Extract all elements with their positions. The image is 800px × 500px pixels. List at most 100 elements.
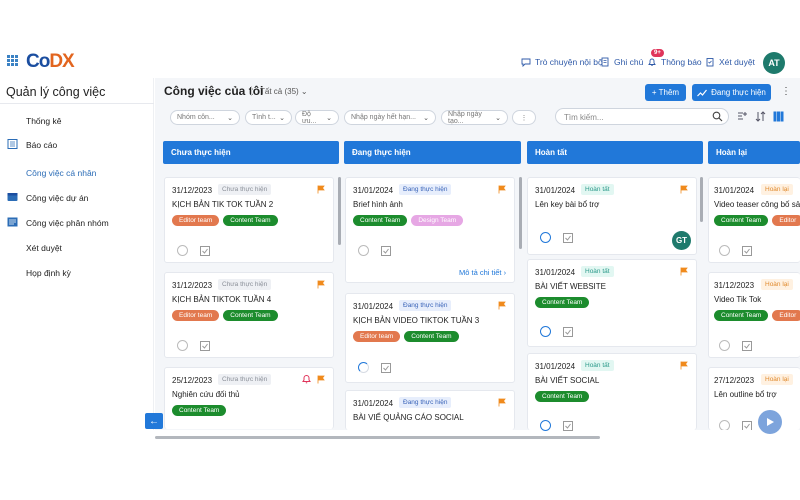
checklist-icon[interactable] (742, 245, 752, 256)
task-card[interactable]: 31/01/2024 Hoàn lại Video teaser công bố… (708, 177, 800, 263)
filter-created-date[interactable]: Nhập ngày tạo... ⌄ (441, 110, 508, 125)
flag-icon[interactable] (680, 185, 688, 194)
progress-icon[interactable] (358, 245, 369, 256)
checklist-icon[interactable] (200, 340, 210, 351)
flag-icon[interactable] (317, 185, 325, 194)
task-date: 31/01/2024 (535, 268, 576, 277)
checklist-icon[interactable] (742, 420, 752, 431)
filter-status[interactable]: Tình t... ⌄ (245, 110, 292, 125)
checklist-icon[interactable] (563, 420, 573, 431)
progress-icon[interactable] (540, 420, 551, 431)
checklist-icon[interactable] (563, 326, 573, 337)
notifications-link[interactable]: Thông báo (647, 57, 702, 67)
column-scrollbar[interactable] (338, 177, 341, 245)
assignee-avatar[interactable]: GT (672, 231, 691, 250)
task-card[interactable]: 31/01/2024 Hoàn tất Lên key bài bổ trợ G… (527, 177, 697, 255)
task-date: 31/01/2024 (714, 186, 755, 195)
task-card[interactable]: 31/01/2024 Đang thực hiện KỊCH BẢN VIDEO… (345, 293, 515, 383)
filter-all-dropdown[interactable]: Tất cả (35) ⌄ (260, 87, 308, 96)
board-view-icon[interactable] (773, 111, 784, 122)
flag-icon[interactable] (317, 375, 325, 384)
sidebar-item-project-tasks[interactable]: Công việc dự án (26, 193, 88, 203)
sidebar-item-meetings[interactable]: Họp định kỳ (26, 268, 71, 278)
more-filters-button[interactable]: ⋮ (512, 110, 536, 125)
task-card[interactable]: 31/12/2023 Hoàn lại Video Tik Tok Conten… (708, 272, 800, 358)
column-scrollbar[interactable] (519, 177, 522, 249)
checklist-icon[interactable] (381, 362, 391, 373)
flag-icon[interactable] (680, 361, 688, 370)
sidebar-item-group-tasks[interactable]: Công việc phân nhóm (26, 218, 109, 228)
task-title: Brief hình ảnh (353, 200, 403, 209)
flag-icon[interactable] (317, 280, 325, 289)
tag-content-team: Content Team (223, 215, 278, 226)
flag-icon[interactable] (498, 185, 506, 194)
checklist-icon[interactable] (742, 340, 752, 351)
task-title: Lên key bài bổ trợ (535, 200, 600, 209)
sidebar-item-statistics[interactable]: Thống kê (26, 116, 61, 126)
alarm-bell-icon[interactable] (302, 374, 311, 384)
task-card[interactable]: 31/12/2023 Chưa thực hiện KỊCH BẢN TIK T… (164, 177, 334, 263)
progress-icon[interactable] (358, 362, 369, 373)
logo[interactable]: CoDX (26, 51, 75, 73)
task-date: 31/01/2024 (535, 362, 576, 371)
progress-icon[interactable] (177, 245, 188, 256)
help-play-button[interactable] (758, 410, 782, 434)
task-card[interactable]: 31/01/2024 Đang thực hiện BÀI VIẾ QUẢNG … (345, 390, 515, 430)
task-card[interactable]: 25/12/2023 Chưa thực hiện Nghiên cứu đối… (164, 367, 334, 429)
collapse-sidebar-button[interactable]: ← (145, 413, 163, 429)
progress-icon[interactable] (719, 340, 730, 351)
progress-icon[interactable] (719, 420, 730, 430)
chevron-down-icon: ⌄ (495, 114, 501, 122)
task-card[interactable]: 31/01/2024 Đang thực hiện Brief hình ảnh… (345, 177, 515, 283)
add-button[interactable]: + Thêm (645, 84, 686, 101)
status-badge: Đang thực hiện (399, 184, 452, 195)
task-date: 31/01/2024 (535, 186, 576, 195)
checklist-icon[interactable] (381, 245, 391, 256)
tag-design-team: Design Team (411, 215, 464, 226)
play-icon (767, 418, 774, 426)
sidebar-title: Quản lý công việc (6, 85, 106, 99)
task-card[interactable]: 31/01/2024 Hoàn tất BÀI VIẾT WEBSITE Con… (527, 259, 697, 347)
task-card[interactable]: 31/01/2024 Hoàn tất BÀI VIẾT SOCIAL Cont… (527, 353, 697, 431)
column-header-in-progress: Đang thực hiện (344, 141, 521, 164)
task-date: 31/12/2023 (172, 186, 213, 195)
progress-icon[interactable] (540, 232, 551, 243)
filter-group[interactable]: Nhóm côn... ⌄ (170, 110, 240, 125)
status-badge: Hoàn tất (581, 184, 614, 195)
flag-icon[interactable] (498, 398, 506, 407)
filter-due-date[interactable]: Nhập ngày hết hạn... ⌄ (344, 110, 436, 125)
sidebar-item-approval[interactable]: Xét duyệt (26, 243, 62, 253)
title-separator (251, 86, 252, 96)
task-title: BÀI VIẾ QUẢNG CÁO SOCIAL (353, 413, 464, 422)
flag-icon[interactable] (498, 301, 506, 310)
filter-priority[interactable]: Độ ưu... ⌄ (295, 110, 339, 125)
detail-link[interactable]: Mô tả chi tiết › (459, 268, 506, 277)
task-card[interactable]: 31/12/2023 Chưa thực hiện KỊCH BẢN TIKTO… (164, 272, 334, 358)
status-badge: Hoàn lại (761, 184, 793, 195)
sort-icon[interactable] (755, 111, 766, 122)
approval-link[interactable]: Xét duyệt (705, 57, 755, 67)
sidebar-item-personal-tasks[interactable]: Công việc cá nhân (26, 168, 96, 178)
tag-editor-team: Editor team (172, 310, 220, 321)
progress-icon[interactable] (719, 245, 730, 256)
status-button[interactable]: Đang thực hiện (692, 84, 771, 101)
progress-icon[interactable] (177, 340, 188, 351)
horizontal-scrollbar[interactable] (155, 436, 600, 439)
sidebar-item-reports[interactable]: Báo cáo (26, 140, 57, 150)
search-input[interactable]: Tìm kiếm... (555, 108, 729, 125)
task-card[interactable]: 27/12/2023 Hoàn lại Lên outline bổ trợ (708, 367, 800, 430)
progress-icon[interactable] (540, 326, 551, 337)
notes-link[interactable]: Ghi chú (600, 57, 643, 67)
flag-icon[interactable] (680, 267, 688, 276)
more-options-icon[interactable]: ⋮ (781, 86, 791, 97)
column-scrollbar[interactable] (700, 177, 703, 222)
checklist-icon[interactable] (200, 245, 210, 256)
task-title: Lên outline bổ trợ (714, 390, 777, 399)
checklist-icon[interactable] (563, 232, 573, 243)
chevron-down-icon: ⌄ (227, 114, 233, 122)
view-settings-icon[interactable] (737, 111, 748, 122)
app-grid-icon[interactable] (7, 55, 18, 66)
user-avatar[interactable]: AT (763, 52, 785, 74)
note-icon (601, 57, 609, 67)
internal-chat-link[interactable]: Trò chuyện nội bộ (521, 57, 603, 67)
